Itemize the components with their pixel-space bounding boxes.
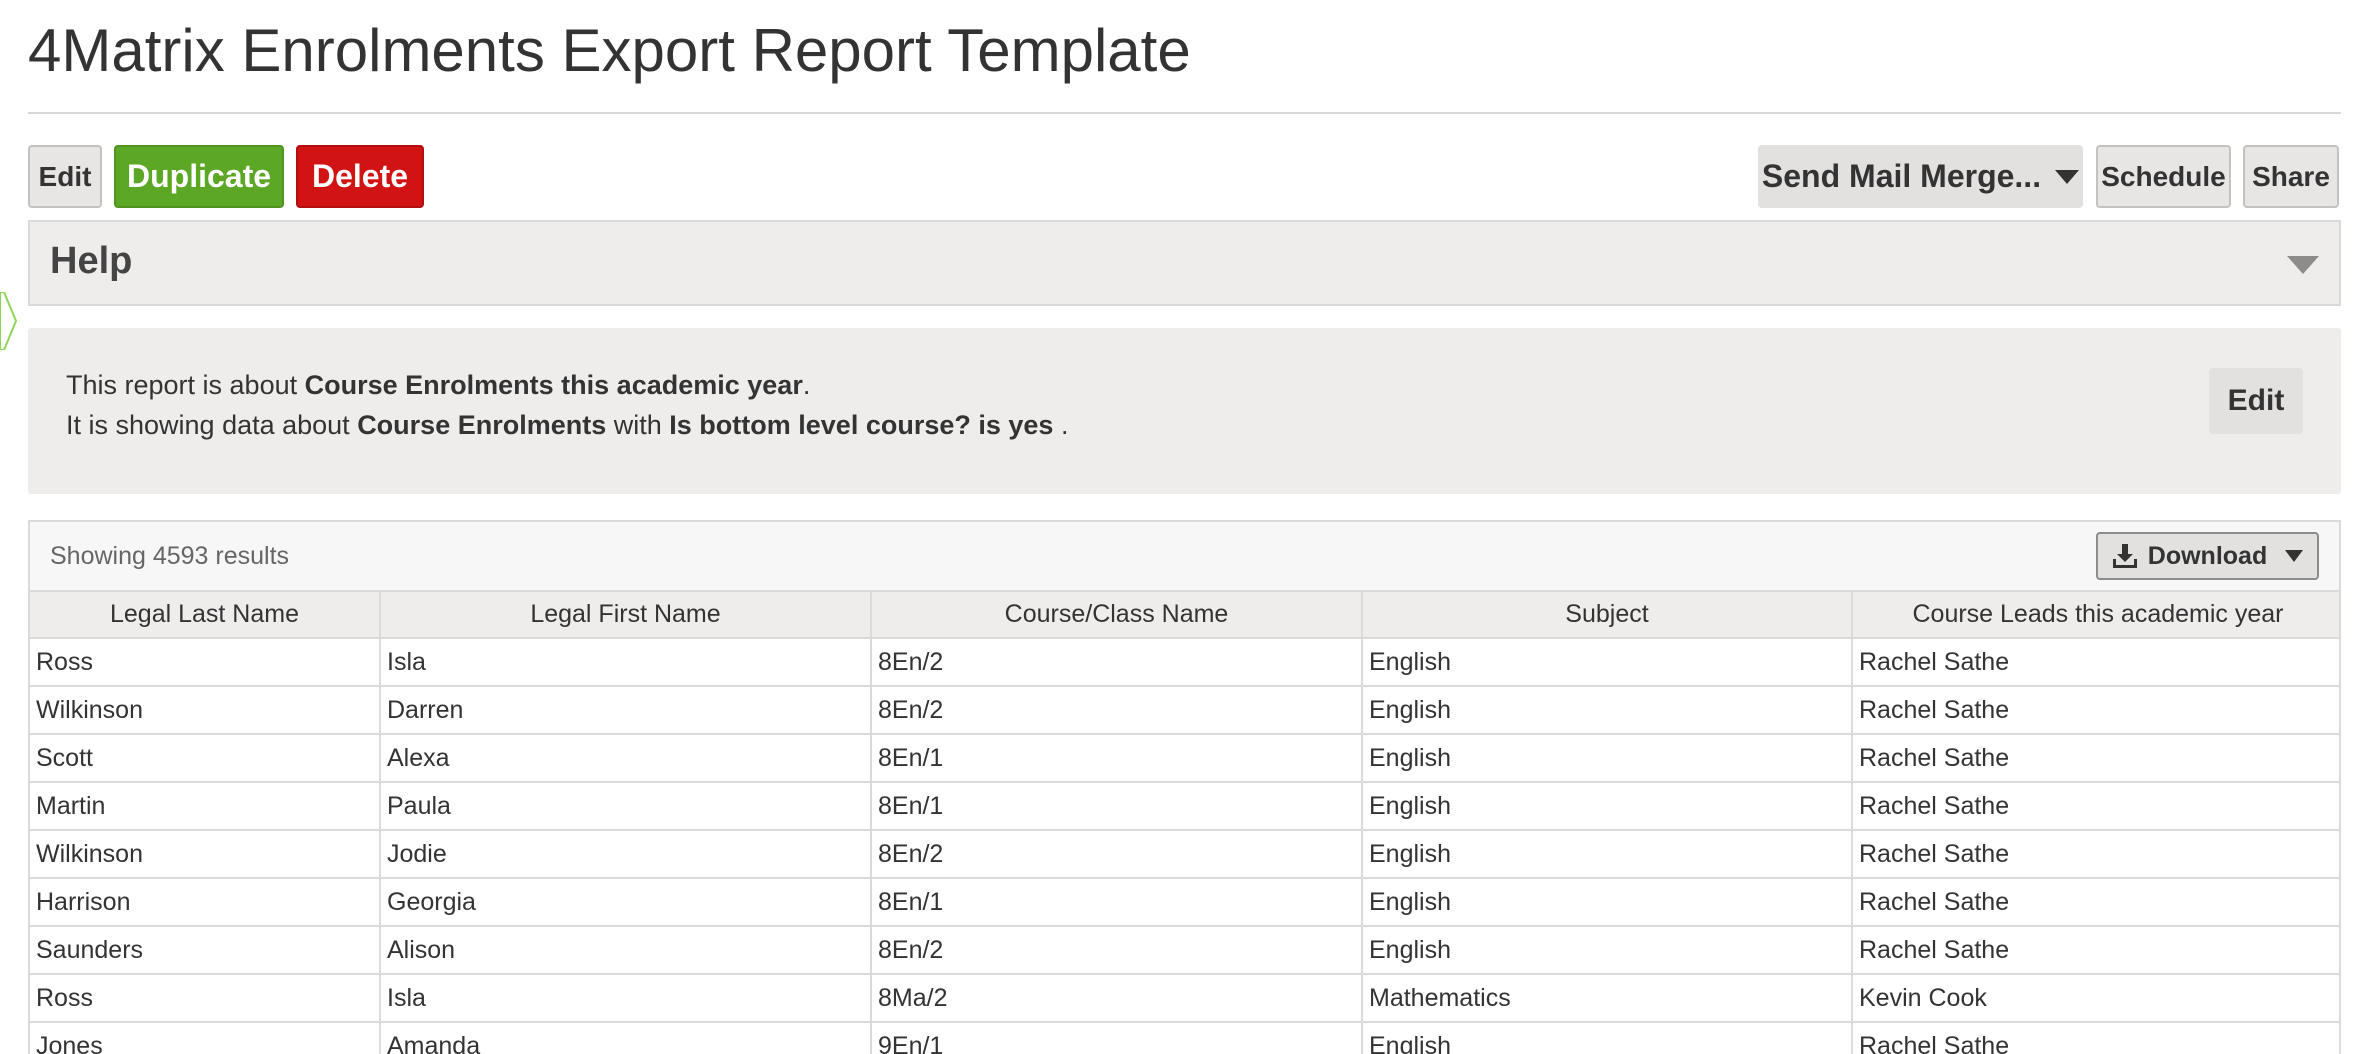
table-cell: 9En/1 bbox=[870, 1021, 1363, 1054]
report-description: This report is about Course Enrolments t… bbox=[28, 328, 2341, 494]
table-cell: Rachel Sathe bbox=[1851, 829, 2339, 879]
table-cell: English bbox=[1361, 733, 1853, 783]
table-cell: Scott bbox=[30, 733, 381, 783]
report-page: 4Matrix Enrolments Export Report Templat… bbox=[0, 0, 2378, 1054]
table-cell: Kevin Cook bbox=[1851, 973, 2339, 1023]
help-panel-header[interactable]: Help bbox=[28, 220, 2341, 306]
table-cell: Darren bbox=[379, 685, 872, 735]
table-cell: English bbox=[1361, 925, 1853, 975]
results-table: Legal Last Name Legal First Name Course/… bbox=[30, 592, 2339, 1054]
help-title: Help bbox=[50, 240, 133, 282]
schedule-button[interactable]: Schedule bbox=[2096, 145, 2231, 208]
description-text: . bbox=[802, 370, 811, 400]
chevron-down-icon[interactable] bbox=[2287, 256, 2319, 274]
send-mail-merge-button[interactable]: Send Mail Merge... bbox=[1758, 145, 2083, 208]
table-cell: English bbox=[1361, 1021, 1853, 1054]
table-cell: Wilkinson bbox=[30, 685, 381, 735]
table-cell: English bbox=[1361, 637, 1853, 687]
table-row: Ross Isla 8En/2 English Rachel Sathe bbox=[30, 637, 2339, 687]
table-cell: Ross bbox=[30, 637, 381, 687]
description-data-source: Course Enrolments bbox=[357, 410, 607, 440]
table-cell: Jones bbox=[30, 1021, 381, 1054]
table-cell: 8Ma/2 bbox=[870, 973, 1363, 1023]
table-cell: Wilkinson bbox=[30, 829, 381, 879]
table-cell: Saunders bbox=[30, 925, 381, 975]
table-cell: 8En/2 bbox=[870, 685, 1363, 735]
table-cell: Ross bbox=[30, 973, 381, 1023]
results-count: Showing 4593 results bbox=[50, 542, 290, 570]
table-cell: 8En/1 bbox=[870, 877, 1363, 927]
table-cell: Rachel Sathe bbox=[1851, 877, 2339, 927]
table-cell: English bbox=[1361, 877, 1853, 927]
table-cell: Isla bbox=[379, 637, 872, 687]
edit-description-button[interactable]: Edit bbox=[2209, 368, 2303, 434]
table-row: Jones Amanda 9En/1 English Rachel Sathe bbox=[30, 1021, 2339, 1054]
results-header: Showing 4593 results Download bbox=[30, 522, 2339, 592]
table-cell: English bbox=[1361, 829, 1853, 879]
description-line-2: It is showing data about Course Enrolmen… bbox=[66, 410, 1068, 441]
column-header[interactable]: Course Leads this academic year bbox=[1851, 592, 2339, 639]
table-cell: 8En/2 bbox=[870, 925, 1363, 975]
table-cell: Rachel Sathe bbox=[1851, 925, 2339, 975]
description-text: . bbox=[1053, 410, 1069, 440]
table-cell: Rachel Sathe bbox=[1851, 781, 2339, 831]
page-title: 4Matrix Enrolments Export Report Templat… bbox=[28, 17, 1191, 84]
table-row: Wilkinson Jodie 8En/2 English Rachel Sat… bbox=[30, 829, 2339, 879]
results-panel: Showing 4593 results Download Legal Last… bbox=[28, 520, 2341, 1054]
description-filter: Is bottom level course? is yes bbox=[669, 410, 1054, 440]
chevron-down-icon bbox=[2285, 550, 2304, 562]
table-cell: Mathematics bbox=[1361, 973, 1853, 1023]
table-row: Harrison Georgia 8En/1 English Rachel Sa… bbox=[30, 877, 2339, 927]
table-cell: English bbox=[1361, 781, 1853, 831]
duplicate-button[interactable]: Duplicate bbox=[114, 145, 284, 208]
description-line-1: This report is about Course Enrolments t… bbox=[66, 370, 810, 401]
share-button[interactable]: Share bbox=[2243, 145, 2339, 208]
table-cell: Harrison bbox=[30, 877, 381, 927]
description-text: It is showing data about bbox=[66, 410, 358, 440]
table-cell: Amanda bbox=[379, 1021, 872, 1054]
table-header-row: Legal Last Name Legal First Name Course/… bbox=[30, 592, 2339, 639]
description-text: This report is about bbox=[66, 370, 305, 400]
table-row: Wilkinson Darren 8En/2 English Rachel Sa… bbox=[30, 685, 2339, 735]
table-cell: Martin bbox=[30, 781, 381, 831]
download-label: Download bbox=[2147, 541, 2268, 570]
table-cell: Rachel Sathe bbox=[1851, 637, 2339, 687]
table-cell: Rachel Sathe bbox=[1851, 1021, 2339, 1054]
edit-button[interactable]: Edit bbox=[28, 145, 102, 208]
table-cell: 8En/2 bbox=[870, 637, 1363, 687]
delete-button[interactable]: Delete bbox=[296, 145, 424, 208]
table-cell: Paula bbox=[379, 781, 872, 831]
table-cell: Rachel Sathe bbox=[1851, 685, 2339, 735]
table-cell: Georgia bbox=[379, 877, 872, 927]
table-cell: Isla bbox=[379, 973, 872, 1023]
side-tab-arrow-icon[interactable] bbox=[0, 292, 18, 350]
description-subject: Course Enrolments this academic year bbox=[304, 370, 803, 400]
table-row: Saunders Alison 8En/2 English Rachel Sat… bbox=[30, 925, 2339, 975]
download-button[interactable]: Download bbox=[2096, 532, 2319, 580]
table-row: Martin Paula 8En/1 English Rachel Sathe bbox=[30, 781, 2339, 831]
title-divider bbox=[28, 112, 2341, 114]
table-cell: Rachel Sathe bbox=[1851, 733, 2339, 783]
column-header[interactable]: Legal First Name bbox=[379, 592, 872, 639]
column-header[interactable]: Legal Last Name bbox=[30, 592, 381, 639]
table-cell: 8En/1 bbox=[870, 781, 1363, 831]
table-cell: Alexa bbox=[379, 733, 872, 783]
table-cell: Alison bbox=[379, 925, 872, 975]
chevron-down-icon bbox=[2055, 169, 2080, 184]
column-header[interactable]: Subject bbox=[1361, 592, 1853, 639]
table-cell: Jodie bbox=[379, 829, 872, 879]
table-cell: 8En/2 bbox=[870, 829, 1363, 879]
table-cell: English bbox=[1361, 685, 1853, 735]
table-cell: 8En/1 bbox=[870, 733, 1363, 783]
description-text: with bbox=[606, 410, 670, 440]
table-row: Ross Isla 8Ma/2 Mathematics Kevin Cook bbox=[30, 973, 2339, 1023]
download-icon bbox=[2112, 544, 2137, 568]
table-row: Scott Alexa 8En/1 English Rachel Sathe bbox=[30, 733, 2339, 783]
send-mail-merge-label: Send Mail Merge... bbox=[1761, 158, 2042, 194]
column-header[interactable]: Course/Class Name bbox=[870, 592, 1363, 639]
